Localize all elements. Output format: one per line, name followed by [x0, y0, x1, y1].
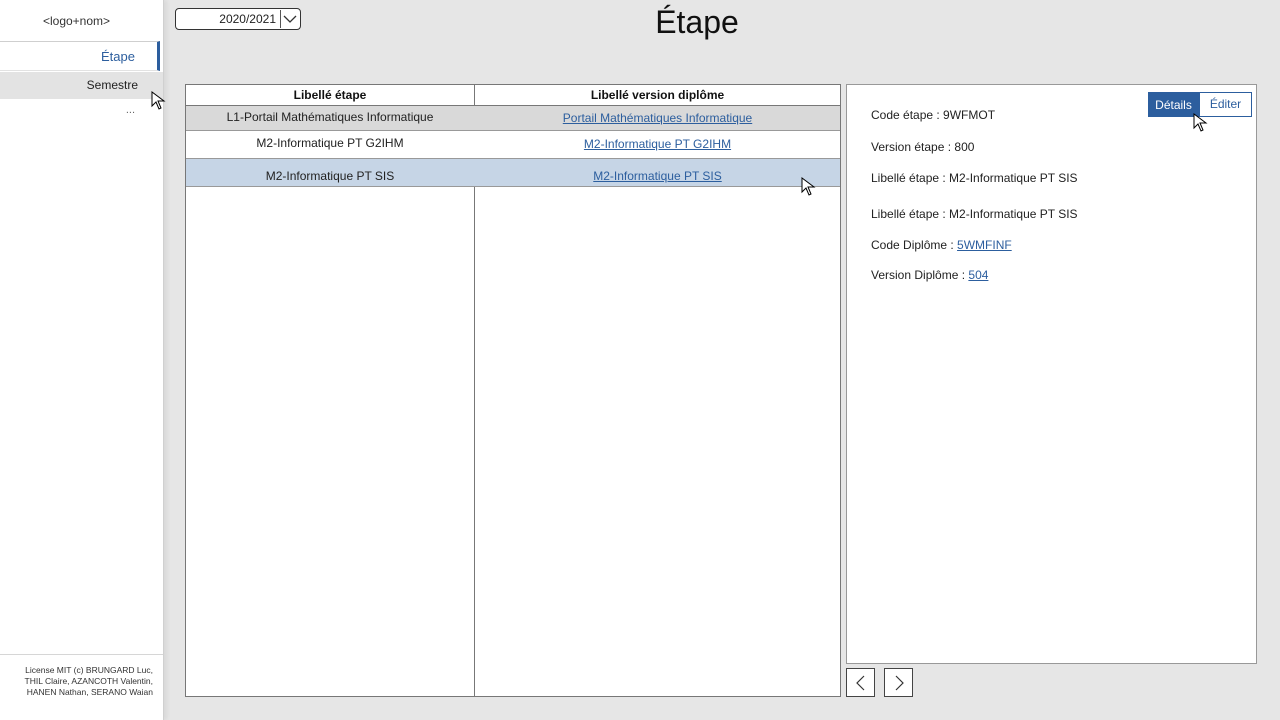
- chevron-down-icon[interactable]: [282, 12, 298, 26]
- column-header-libelle-etape[interactable]: Libellé étape: [186, 85, 474, 106]
- mouse-cursor-icon: [151, 91, 166, 110]
- sidebar-item-semestre[interactable]: Semestre: [0, 72, 163, 99]
- mouse-cursor-icon: [801, 177, 816, 196]
- details-panel: Détails Éditer Code étape : 9WFMOT Versi…: [846, 84, 1257, 664]
- sidebar-item-etape[interactable]: Étape: [0, 41, 160, 71]
- sidebar: <logo+nom> Étape Semestre ... License MI…: [0, 0, 164, 720]
- tab-details[interactable]: Détails: [1148, 92, 1199, 117]
- sidebar-item-more[interactable]: ...: [0, 104, 163, 116]
- link-version-diplome[interactable]: Portail Mathématiques Informatique: [563, 111, 752, 125]
- chevron-left-icon: [856, 675, 865, 691]
- column-header-libelle-version-diplome[interactable]: Libellé version diplôme: [475, 85, 840, 106]
- next-button[interactable]: [884, 668, 913, 697]
- year-select-divider: [280, 10, 281, 28]
- table-row[interactable]: M2-Informatique PT G2IHM M2-Informatique…: [186, 131, 840, 159]
- previous-button[interactable]: [846, 668, 875, 697]
- year-select-value: 2020/2021: [219, 12, 276, 26]
- chevron-right-icon: [895, 675, 904, 691]
- mouse-cursor-icon: [1193, 113, 1208, 132]
- table-row[interactable]: L1-Portail Mathématiques Informatique Po…: [186, 106, 840, 131]
- cell-libelle-etape: M2-Informatique PT SIS: [265, 169, 395, 183]
- code-diplome-link[interactable]: 5WMFINF: [957, 238, 1012, 252]
- table-row[interactable]: M2-Informatique PT SIS M2-Informatique P…: [186, 159, 840, 187]
- license-text: License MIT (c) BRUNGARD Luc, THIL Clair…: [0, 654, 163, 720]
- version-diplome: Version Diplôme : 504: [871, 268, 988, 282]
- version-diplome-label: Version Diplôme :: [871, 268, 969, 282]
- version-etape: Version étape : 800: [871, 140, 975, 154]
- code-etape: Code étape : 9WFMOT: [871, 108, 996, 122]
- etape-table: Libellé étape Libellé version diplôme L1…: [185, 84, 841, 697]
- version-diplome-link[interactable]: 504: [968, 268, 988, 282]
- libelle-etape-secondary: Libellé étape : M2-Informatique PT SIS: [871, 207, 1078, 221]
- cell-libelle-etape: L1-Portail Mathématiques Informatique: [226, 110, 434, 124]
- code-diplome: Code Diplôme : 5WMFINF: [871, 238, 1012, 252]
- logo: <logo+nom>: [42, 14, 111, 28]
- cell-libelle-etape: M2-Informatique PT G2IHM: [256, 136, 404, 150]
- link-version-diplome[interactable]: M2-Informatique PT SIS: [593, 169, 722, 183]
- page-title: Étape: [655, 4, 739, 40]
- year-select[interactable]: 2020/2021: [175, 8, 301, 30]
- code-diplome-label: Code Diplôme :: [871, 238, 958, 252]
- libelle-etape: Libellé étape : M2-Informatique PT SIS: [871, 171, 1078, 185]
- link-version-diplome[interactable]: M2-Informatique PT G2IHM: [584, 137, 731, 151]
